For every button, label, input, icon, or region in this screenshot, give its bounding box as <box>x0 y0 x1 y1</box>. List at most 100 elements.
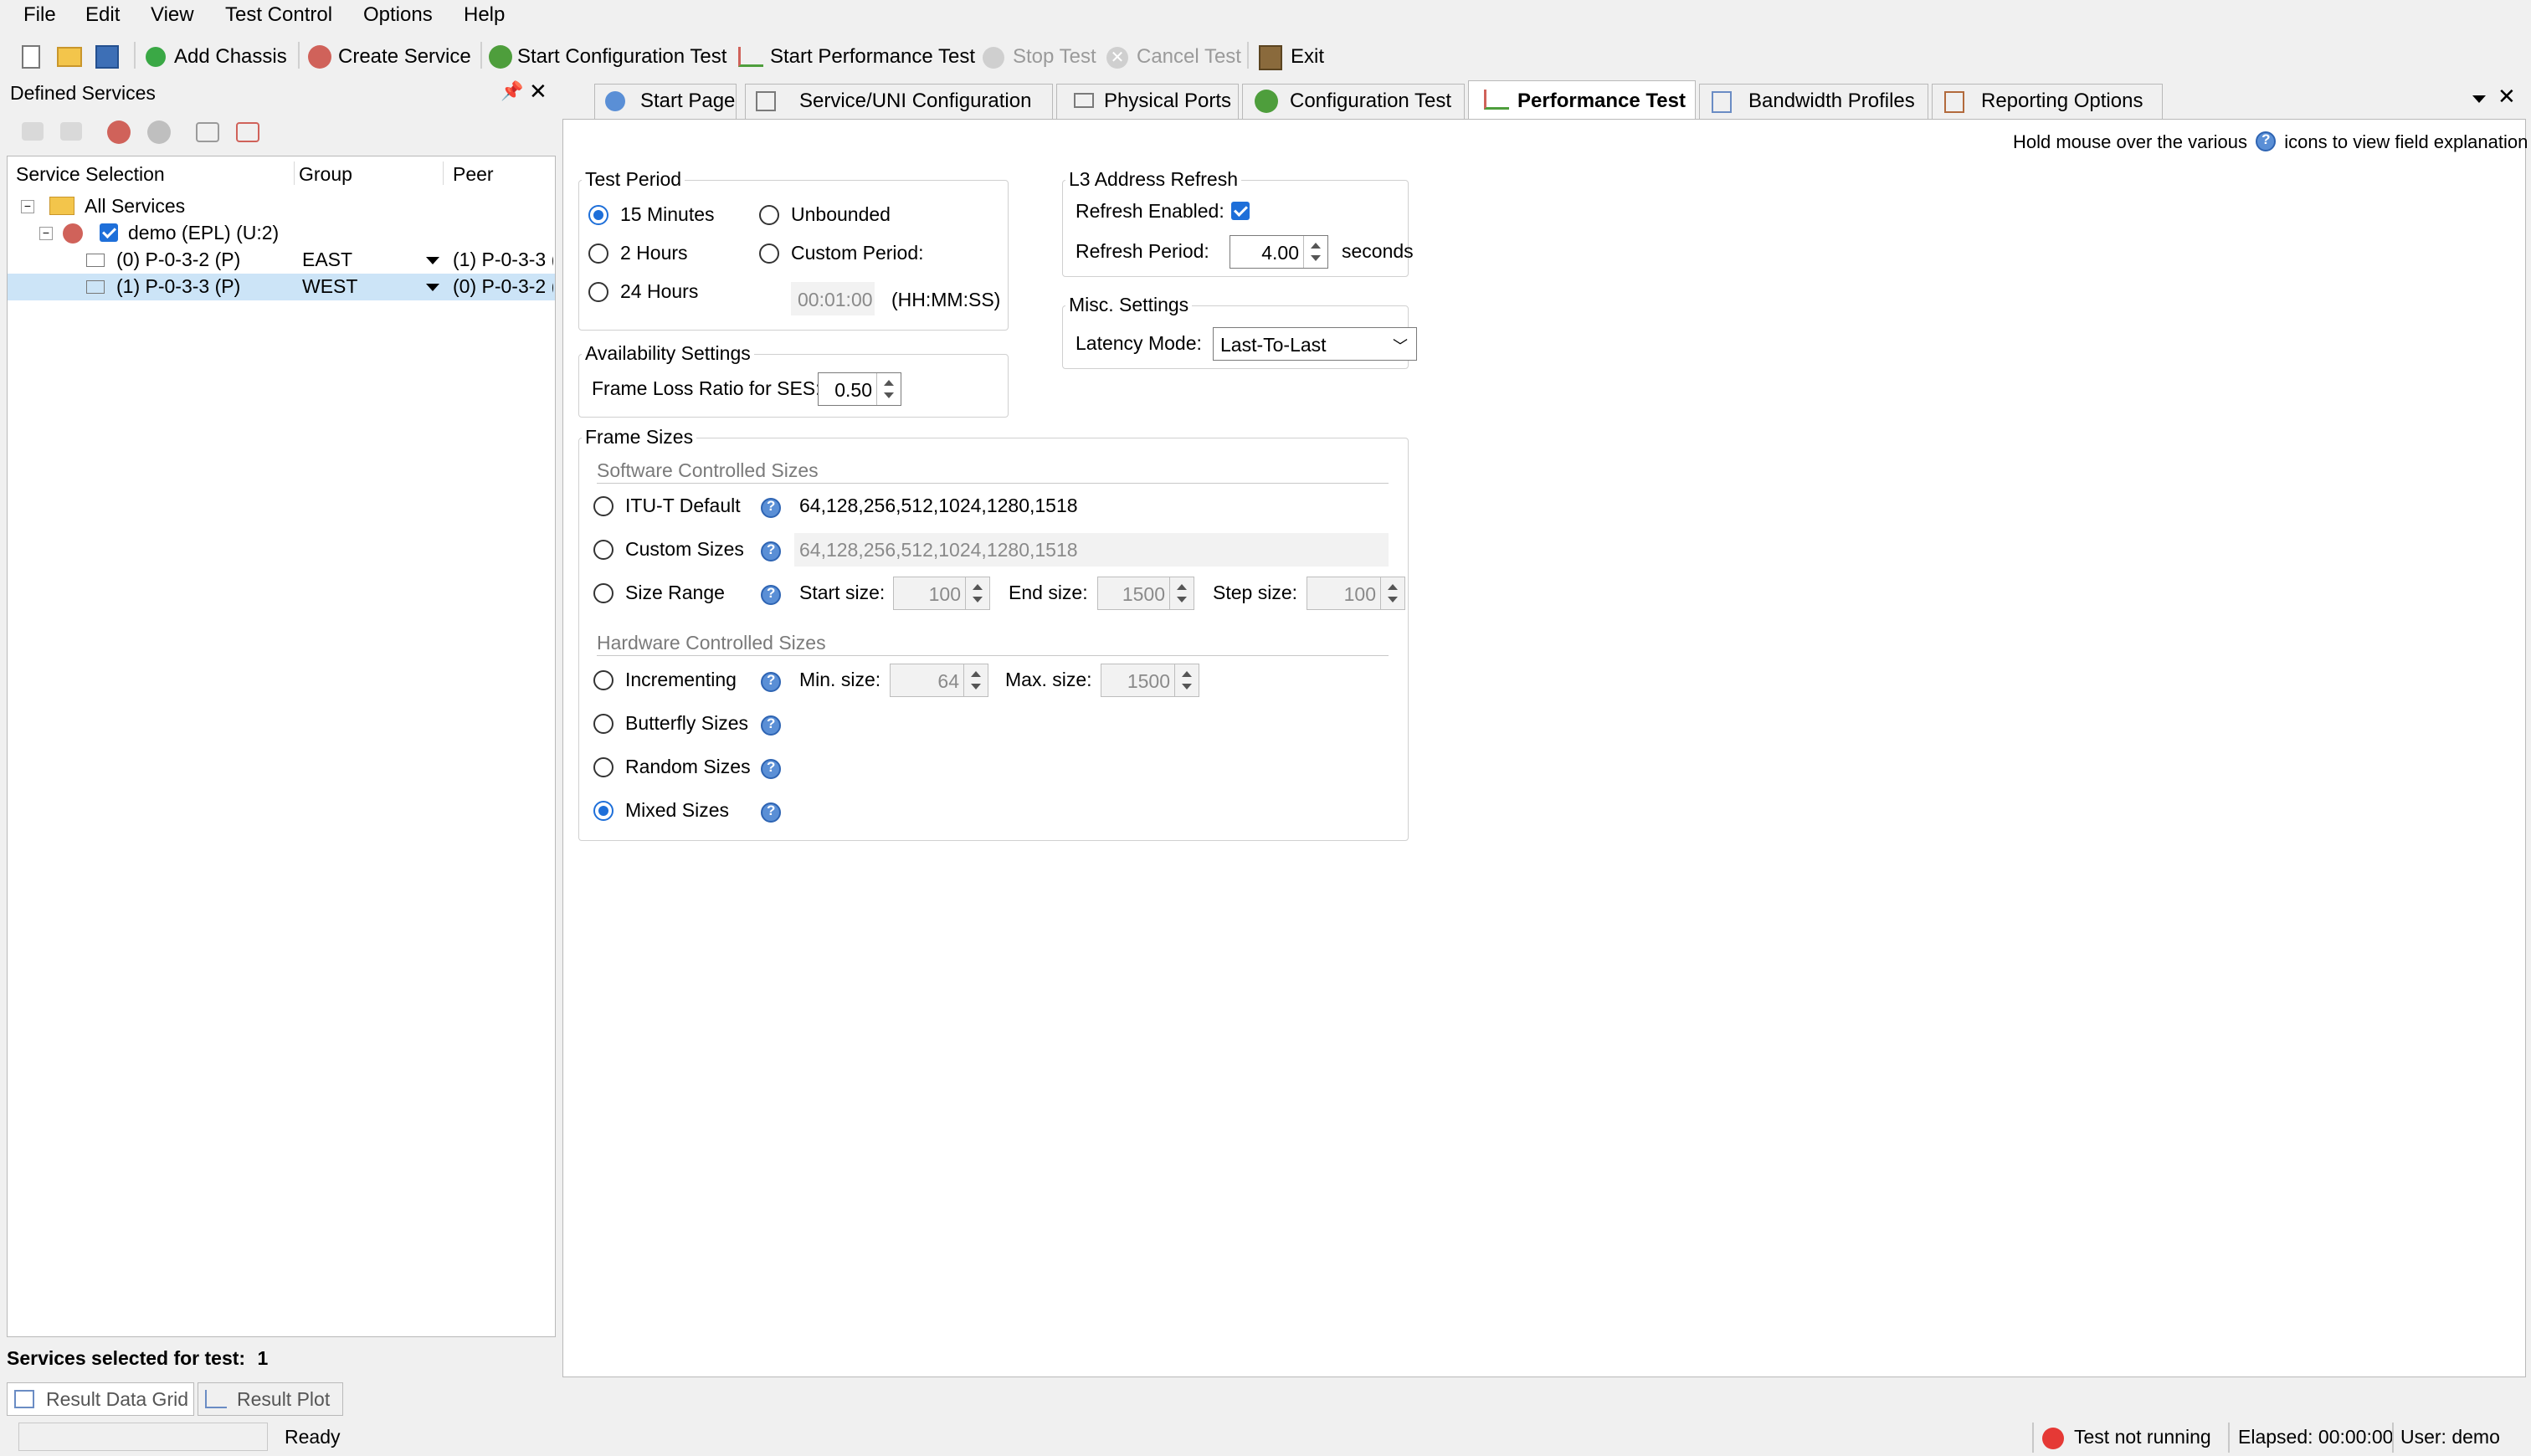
hardware-sizes-heading: Hardware Controlled Sizes <box>597 632 826 654</box>
radio-incrementing[interactable] <box>593 670 613 690</box>
radio-mixed-sizes[interactable] <box>593 801 613 821</box>
collapse-icon[interactable]: − <box>39 227 53 240</box>
service-icon <box>63 223 83 244</box>
custom-sizes-input[interactable]: 64,128,256,512,1024,1280,1518 <box>794 533 1389 567</box>
radio-15-minutes[interactable] <box>588 205 608 225</box>
plot-icon <box>205 1390 227 1408</box>
spinner-arrows-icon[interactable] <box>876 373 901 405</box>
cancel-test-button[interactable]: ✕ Cancel Test <box>1105 42 1241 72</box>
latency-mode-select[interactable]: Last-To-Last ﹀ <box>1213 327 1417 361</box>
refresh-enabled-label: Refresh Enabled: <box>1076 200 1224 222</box>
refresh-period-label: Refresh Period: <box>1076 240 1209 262</box>
info-icon <box>605 91 625 111</box>
column-group[interactable]: Group <box>299 163 352 186</box>
frame-loss-ratio-spinner[interactable]: 0.50 <box>818 372 901 406</box>
tab-reporting-options[interactable]: Reporting Options <box>1932 84 2163 119</box>
remove-service-icon[interactable] <box>60 122 82 141</box>
column-peer[interactable]: Peer <box>453 163 494 186</box>
start-size-spinner[interactable]: 100 <box>893 577 990 610</box>
tab-service-uni-configuration[interactable]: Service/UNI Configuration <box>745 84 1053 119</box>
add-chassis-button[interactable]: Add Chassis <box>144 42 291 72</box>
start-configuration-test-button[interactable]: Start Configuration Test <box>487 42 730 72</box>
progress-bar <box>18 1423 268 1451</box>
add-service-icon[interactable] <box>22 122 44 141</box>
menu-view[interactable]: View <box>151 3 194 27</box>
radio-2-hours[interactable] <box>588 244 608 264</box>
end-size-spinner[interactable]: 1500 <box>1097 577 1194 610</box>
radio-custom-period[interactable] <box>759 244 779 264</box>
dropdown-arrow-icon[interactable] <box>426 257 439 264</box>
tab-configuration-test[interactable]: Configuration Test <box>1242 84 1465 119</box>
start-performance-test-button[interactable]: Start Performance Test <box>737 42 975 72</box>
radio-size-range[interactable] <box>593 583 613 603</box>
custom-period-input[interactable]: 00:01:00 <box>791 282 875 315</box>
tab-performance-test[interactable]: Performance Test <box>1468 80 1696 120</box>
radio-unbounded[interactable] <box>759 205 779 225</box>
tree-service[interactable]: demo (EPL) (U:2) <box>128 222 279 244</box>
pin-icon[interactable]: 📌 <box>501 80 523 102</box>
service-checkbox[interactable] <box>100 223 118 242</box>
performance-test-panel: Hold mouse over the various icons to vie… <box>562 119 2528 1377</box>
service-add-icon[interactable] <box>107 120 131 144</box>
radio-custom-sizes[interactable] <box>593 540 613 560</box>
help-icon <box>761 715 781 736</box>
tab-result-data-grid[interactable]: Result Data Grid <box>7 1382 194 1416</box>
help-icon <box>761 498 781 518</box>
service-icon <box>308 45 331 69</box>
stop-icon <box>983 47 1004 69</box>
spinner-arrows-icon[interactable] <box>1380 577 1404 609</box>
close-tab-icon[interactable]: ✕ <box>2498 84 2516 110</box>
step-size-spinner[interactable]: 100 <box>1307 577 1405 610</box>
radio-random-sizes[interactable] <box>593 757 613 777</box>
port-icon <box>1074 93 1094 108</box>
exit-icon <box>1259 45 1282 70</box>
chart-icon <box>1484 90 1509 110</box>
menu-test-control[interactable]: Test Control <box>225 3 332 27</box>
menu-file[interactable]: File <box>23 3 56 27</box>
spinner-arrows-icon[interactable] <box>965 577 989 609</box>
radio-itu-t-default[interactable] <box>593 496 613 516</box>
spinner-arrows-icon[interactable] <box>1303 236 1327 268</box>
close-icon[interactable]: ✕ <box>529 79 547 105</box>
collapse-icon[interactable]: − <box>21 200 34 213</box>
table-row[interactable]: (1) P-0-3-3 (P) WEST (0) P-0-3-2 ( <box>8 274 555 300</box>
spinner-arrows-icon[interactable] <box>1174 664 1199 696</box>
refresh-enabled-checkbox[interactable] <box>1231 202 1250 220</box>
tab-list-dropdown-icon[interactable] <box>2472 95 2486 103</box>
radio-24-hours[interactable] <box>588 282 608 302</box>
link-icon[interactable] <box>196 122 219 142</box>
save-icon[interactable] <box>95 45 119 69</box>
tab-start-page[interactable]: Start Page <box>594 84 737 119</box>
software-sizes-heading: Software Controlled Sizes <box>597 459 819 481</box>
create-service-button[interactable]: Create Service <box>306 42 474 72</box>
service-remove-icon[interactable] <box>147 120 171 144</box>
tree-root[interactable]: All Services <box>85 195 185 218</box>
column-service-selection[interactable]: Service Selection <box>16 163 165 186</box>
max-size-spinner[interactable]: 1500 <box>1101 664 1199 697</box>
refresh-period-spinner[interactable]: 4.00 <box>1230 235 1328 269</box>
min-size-spinner[interactable]: 64 <box>890 664 988 697</box>
dropdown-arrow-icon[interactable] <box>426 284 439 291</box>
help-icon <box>761 802 781 823</box>
open-folder-icon[interactable] <box>57 47 82 67</box>
radio-butterfly-sizes[interactable] <box>593 714 613 734</box>
misc-legend: Misc. Settings <box>1065 294 1193 316</box>
menu-edit[interactable]: Edit <box>85 3 120 27</box>
tab-result-plot[interactable]: Result Plot <box>198 1382 343 1416</box>
menu-options[interactable]: Options <box>363 3 433 27</box>
spinner-arrows-icon[interactable] <box>963 664 988 696</box>
spinner-arrows-icon[interactable] <box>1169 577 1194 609</box>
stop-test-button[interactable]: Stop Test <box>981 42 1098 72</box>
unlink-icon[interactable] <box>236 122 259 142</box>
report-icon <box>1944 91 1964 113</box>
exit-button[interactable]: Exit <box>1257 42 1332 72</box>
new-file-icon[interactable] <box>22 45 40 69</box>
table-row[interactable]: (0) P-0-3-2 (P) EAST (1) P-0-3-3 ( <box>8 247 555 274</box>
menu-help[interactable]: Help <box>464 3 505 27</box>
tab-bandwidth-profiles[interactable]: Bandwidth Profiles <box>1699 84 1928 119</box>
l3-legend: L3 Address Refresh <box>1065 168 1242 191</box>
latency-mode-label: Latency Mode: <box>1076 332 1202 354</box>
red-light-icon <box>2042 1428 2064 1449</box>
tab-physical-ports[interactable]: Physical Ports <box>1056 84 1239 119</box>
availability-legend: Availability Settings <box>582 342 754 365</box>
